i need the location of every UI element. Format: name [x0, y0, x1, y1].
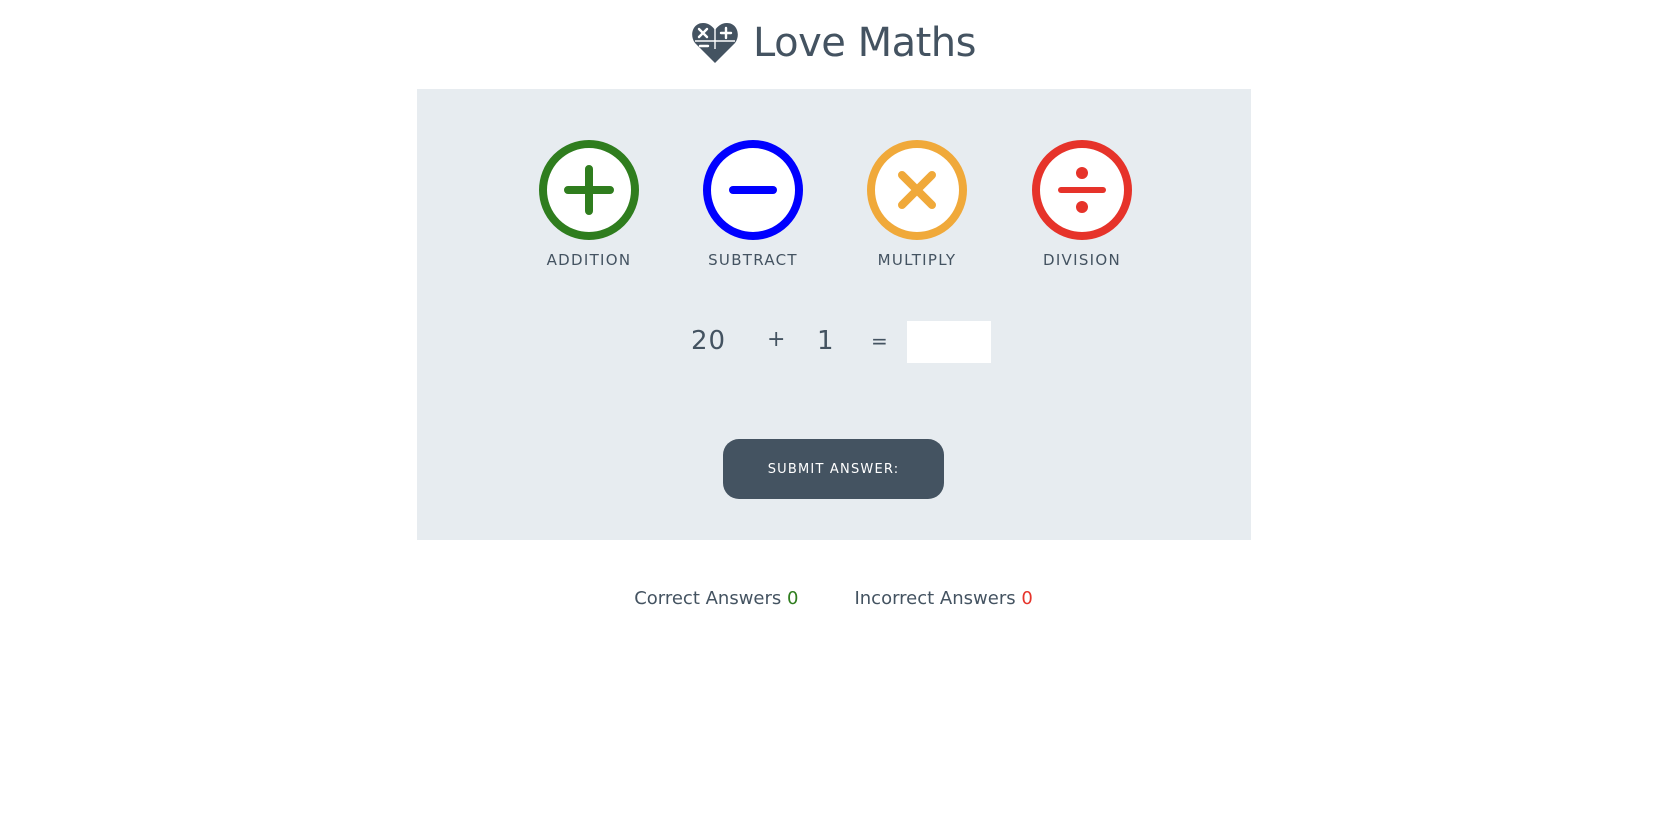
divide-circle-icon: [1032, 140, 1132, 240]
correct-score: Correct Answers 0: [634, 588, 798, 618]
answer-box[interactable]: [907, 321, 991, 363]
page: Love Maths ADDITION SUBTRACT MULTIPLY DI…: [0, 0, 1667, 838]
score-area: Correct Answers 0 Incorrect Answers 0: [0, 588, 1667, 618]
operator: +: [767, 327, 787, 352]
subtract-button[interactable]: SUBTRACT: [698, 139, 808, 279]
header: Love Maths: [0, 8, 1667, 78]
minus-circle-icon: [703, 140, 803, 240]
addition-button[interactable]: ADDITION: [534, 139, 644, 279]
division-button[interactable]: DIVISION: [1027, 139, 1137, 279]
operand1: 20: [691, 326, 727, 356]
incorrect-score: Incorrect Answers 0: [854, 588, 1032, 618]
game-area: ADDITION SUBTRACT MULTIPLY DIVISION 20 +…: [417, 89, 1251, 540]
plus-circle-icon: [539, 140, 639, 240]
multiply-button[interactable]: MULTIPLY: [862, 139, 972, 279]
incorrect-score-label: Incorrect Answers: [854, 588, 1016, 609]
addition-label: ADDITION: [546, 251, 632, 269]
division-label: DIVISION: [1042, 251, 1122, 269]
operation-buttons: ADDITION SUBTRACT MULTIPLY DIVISION: [417, 139, 1251, 279]
equals-sign: =: [871, 329, 889, 353]
incorrect-score-value: 0: [1021, 588, 1033, 609]
submit-answer-button[interactable]: SUBMIT ANSWER:: [723, 439, 944, 499]
heart-calculator-icon: [692, 23, 738, 63]
correct-score-value: 0: [787, 588, 799, 609]
subtract-label: SUBTRACT: [708, 251, 798, 269]
operand2: 1: [817, 326, 835, 356]
multiply-label: MULTIPLY: [877, 251, 957, 269]
app-title: Love Maths: [753, 20, 976, 66]
logo: Love Maths: [691, 19, 976, 67]
correct-score-label: Correct Answers: [634, 588, 782, 609]
times-circle-icon: [867, 140, 967, 240]
question-area: 20 + 1 =: [417, 321, 1251, 365]
